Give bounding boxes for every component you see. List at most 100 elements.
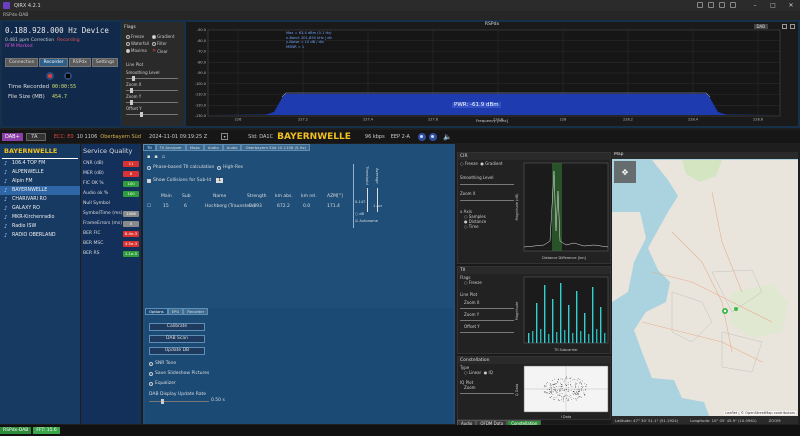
tab-audio-2[interactable]: Audio [222, 144, 242, 151]
speaker-icon[interactable]: 🔈 [443, 133, 452, 141]
iq-point [581, 396, 582, 398]
flag-freeze[interactable]: Freeze [126, 34, 144, 39]
document-icon[interactable]: ▫ [162, 154, 165, 160]
close-button[interactable]: ✕ [782, 0, 800, 11]
flag-clear[interactable]: ✕ Clear [152, 48, 168, 54]
map-panel[interactable]: ✥ Map Leaflet | © OpenStreetMap contribu… [612, 152, 798, 424]
tab-connection[interactable]: Connection [5, 58, 39, 67]
stop-button[interactable] [64, 72, 72, 80]
standard-badge: DAB+ [2, 132, 23, 141]
gear-icon[interactable] [730, 2, 736, 8]
iq-point [567, 395, 568, 397]
zoom-icon[interactable] [782, 24, 787, 29]
dab-scan-button[interactable]: DAB Scan [149, 335, 205, 343]
map-attribution[interactable]: Leaflet | © OpenStreetMap contributors [724, 411, 796, 415]
tab-recorder[interactable]: Recorder [39, 58, 68, 67]
offset-y-slider[interactable] [126, 112, 178, 117]
type-options[interactable]: ○ Linear ● IQ [464, 370, 514, 375]
tii-freeze[interactable]: ○ Freeze [464, 280, 514, 285]
map-canvas[interactable]: ✥ [612, 152, 798, 424]
update-db-button[interactable]: Update DB [149, 347, 205, 355]
smoothing-slider[interactable] [126, 76, 178, 81]
zoom-slider[interactable] [460, 393, 514, 394]
calibrate-button[interactable]: Calibrate [149, 323, 205, 331]
tool-icon[interactable]: ▪ [147, 154, 150, 160]
zoom-x-slider[interactable] [460, 200, 514, 201]
cir-freeze[interactable]: ○ Freeze ● Gradient [460, 161, 514, 166]
tab-settings[interactable]: Settings [91, 58, 119, 67]
service-item[interactable]: ♪ ALPENWELLE [0, 168, 80, 177]
smoothing-slider[interactable] [460, 184, 514, 185]
zoom-y-slider[interactable] [460, 320, 514, 321]
cir-title: CIR [458, 153, 610, 160]
record-audio-button[interactable] [428, 132, 437, 141]
autoname-option[interactable]: ☑ Autoname [355, 219, 378, 223]
iq-point [551, 389, 553, 391]
iq-point [584, 394, 585, 395]
service-item[interactable]: ♪ BAYERNWELLE [0, 186, 80, 195]
service-item[interactable]: ♪ MKR-Kirchenradio [0, 213, 80, 222]
offset-y-slider[interactable] [460, 332, 514, 333]
iq-point [560, 382, 561, 384]
service-item[interactable]: ♪ RADIO OBERLAND [0, 231, 80, 240]
tab-tii-analyzer[interactable]: TII Analyzer [155, 144, 186, 151]
collision-select[interactable]: 1 [216, 178, 224, 183]
iq-point [574, 379, 576, 380]
mode-select[interactable]: DAB [753, 24, 768, 29]
zoom-y-label: Zoom Y [464, 312, 480, 317]
save-slideshow-option[interactable]: Save Slideshow Pictures [149, 371, 209, 376]
axis-time[interactable]: ○ Time [464, 224, 514, 229]
iq-point [579, 388, 580, 390]
service-item[interactable]: ♪ Alpin FM [0, 177, 80, 186]
checkbox-icon [147, 178, 151, 183]
minimize-button[interactable]: – [746, 0, 764, 11]
tab-audio[interactable]: Audio [203, 144, 223, 151]
radio-icon [149, 381, 153, 386]
dot-icon [431, 135, 435, 138]
chevron-down-icon[interactable]: ▾ [221, 133, 229, 140]
layout-icon[interactable] [719, 2, 725, 8]
maximize-button[interactable]: □ [764, 0, 782, 11]
help-icon[interactable] [708, 2, 714, 8]
tab-ensemble[interactable]: Oberbayern Süd 10.1106 (S.Hz) [241, 144, 310, 151]
iq-point [557, 379, 559, 380]
update-rate-slider[interactable] [149, 399, 209, 404]
zoom-y-slider[interactable] [126, 100, 178, 105]
flag-waterfall[interactable]: Waterfall [126, 41, 149, 46]
tab-recorder-2[interactable]: Recorder [183, 308, 209, 315]
station-bar: DAB+ 7A ECC: E0 10 1106 Oberbayern Süd 2… [0, 130, 800, 143]
collisions-option[interactable]: Show Collisions for Sub-Id 1 [147, 178, 224, 183]
zoom-x-slider[interactable] [460, 308, 514, 309]
db-option[interactable]: ○ dB [355, 212, 364, 216]
quality-label: SymbolTime (ms) [83, 211, 123, 216]
channel-select[interactable]: 7A [25, 132, 46, 141]
tab-tii[interactable]: TII [143, 144, 156, 151]
transmitter-marker[interactable] [734, 307, 738, 311]
service-item[interactable]: ♪ 106.4 TOP FM [0, 159, 80, 168]
record-button[interactable] [46, 72, 54, 80]
zoom-x-slider[interactable] [126, 88, 178, 93]
iq-point [552, 384, 554, 385]
tab-options[interactable]: Options [145, 308, 168, 315]
service-item[interactable]: ♪ GALAXY RO [0, 204, 80, 213]
tab-maps[interactable]: Maps [185, 144, 204, 151]
screenshot-icon[interactable] [697, 2, 703, 8]
flag-filter[interactable]: Filter [152, 41, 167, 46]
tab-rspdx[interactable]: RSPdx [68, 58, 91, 67]
flag-maxima[interactable]: Maxima [126, 48, 147, 53]
flag-gradient[interactable]: Gradient [152, 34, 174, 39]
table-row[interactable]: ☐ 15 6 Hochberg (Traunstein) 0.893 672.2… [147, 204, 347, 211]
tab-epg[interactable]: EPG [167, 308, 184, 315]
phase-calc-option[interactable]: Phase-based TII calculation [147, 165, 214, 170]
equalizer-option[interactable]: Equalizer [149, 381, 176, 386]
settings-icon[interactable] [790, 24, 795, 29]
service-item[interactable]: ♪ Radio ISW [0, 222, 80, 231]
service-item[interactable]: ♪ CHARIVARI RO [0, 195, 80, 204]
threshold-value: 0.147 [355, 200, 366, 204]
snr-tone-option[interactable]: SNR Tone [149, 361, 176, 366]
tool-icon[interactable]: ▪ [154, 154, 157, 160]
high-res-option[interactable]: High-Res [217, 165, 243, 170]
audio-button[interactable] [417, 132, 426, 141]
row-checkbox[interactable]: ☐ [147, 204, 151, 209]
pan-icon[interactable]: ✥ [622, 168, 629, 177]
